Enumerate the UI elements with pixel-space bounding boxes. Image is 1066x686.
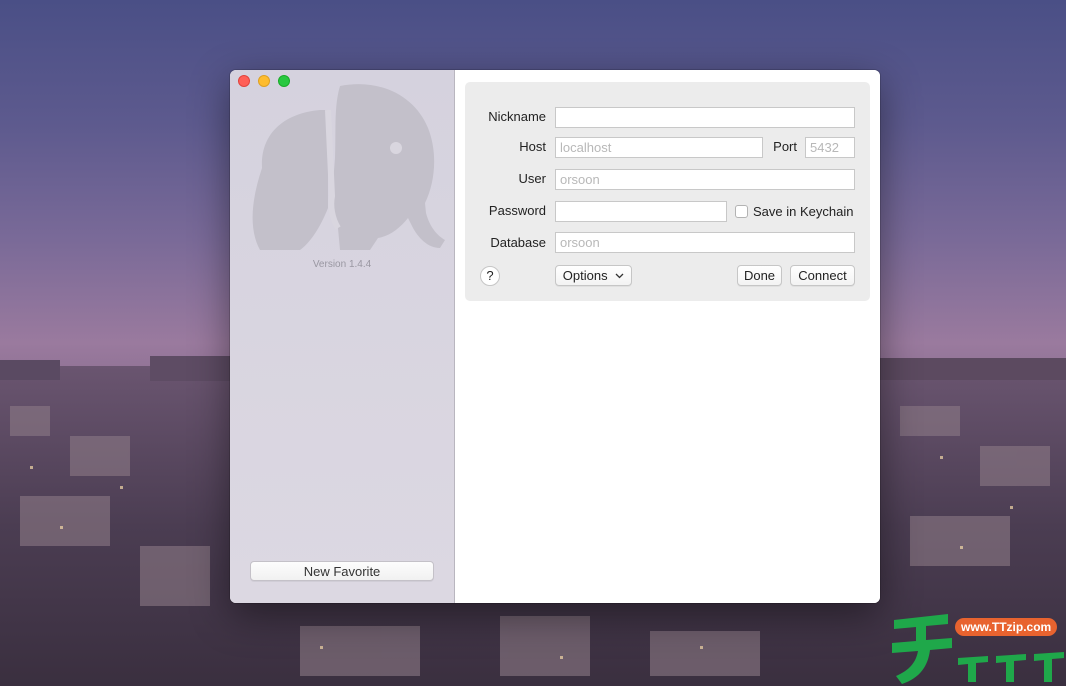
- host-input[interactable]: [555, 137, 763, 158]
- new-favorite-button[interactable]: New Favorite: [250, 561, 434, 581]
- options-button[interactable]: Options: [555, 265, 632, 286]
- watermark-url: www.TTzip.com: [955, 618, 1058, 636]
- version-label: Version 1.4.4: [312, 259, 372, 270]
- sidebar: Version 1.4.4 New Favorite: [230, 70, 455, 603]
- elephant-logo-icon: [252, 84, 445, 251]
- save-in-keychain-label: Save in Keychain: [753, 204, 854, 219]
- chevron-down-icon: [615, 273, 624, 279]
- user-label: User: [518, 171, 546, 186]
- options-button-label: Options: [562, 268, 608, 283]
- host-label: Host: [519, 139, 546, 154]
- help-icon[interactable]: ?: [480, 266, 500, 286]
- database-label: Database: [490, 235, 546, 250]
- help-button-label: ?: [486, 268, 494, 283]
- database-input[interactable]: [555, 232, 855, 253]
- app-window: Version 1.4.4 New Favorite Nickname Host…: [230, 70, 880, 603]
- connection-form: Nickname Host Port User Password Save in…: [465, 82, 870, 301]
- port-label: Port: [773, 139, 797, 154]
- port-input[interactable]: [805, 137, 855, 158]
- done-button[interactable]: Done: [737, 265, 782, 286]
- save-in-keychain-checkbox[interactable]: [735, 205, 748, 218]
- password-label: Password: [488, 203, 546, 218]
- user-input[interactable]: [555, 169, 855, 190]
- connect-button[interactable]: Connect: [790, 265, 855, 286]
- connection-pane: Nickname Host Port User Password Save in…: [455, 70, 880, 603]
- password-input[interactable]: [555, 201, 727, 222]
- desktop-background: Version 1.4.4 New Favorite Nickname Host…: [0, 0, 1066, 686]
- nickname-input[interactable]: [555, 107, 855, 128]
- nickname-label: Nickname: [488, 109, 546, 124]
